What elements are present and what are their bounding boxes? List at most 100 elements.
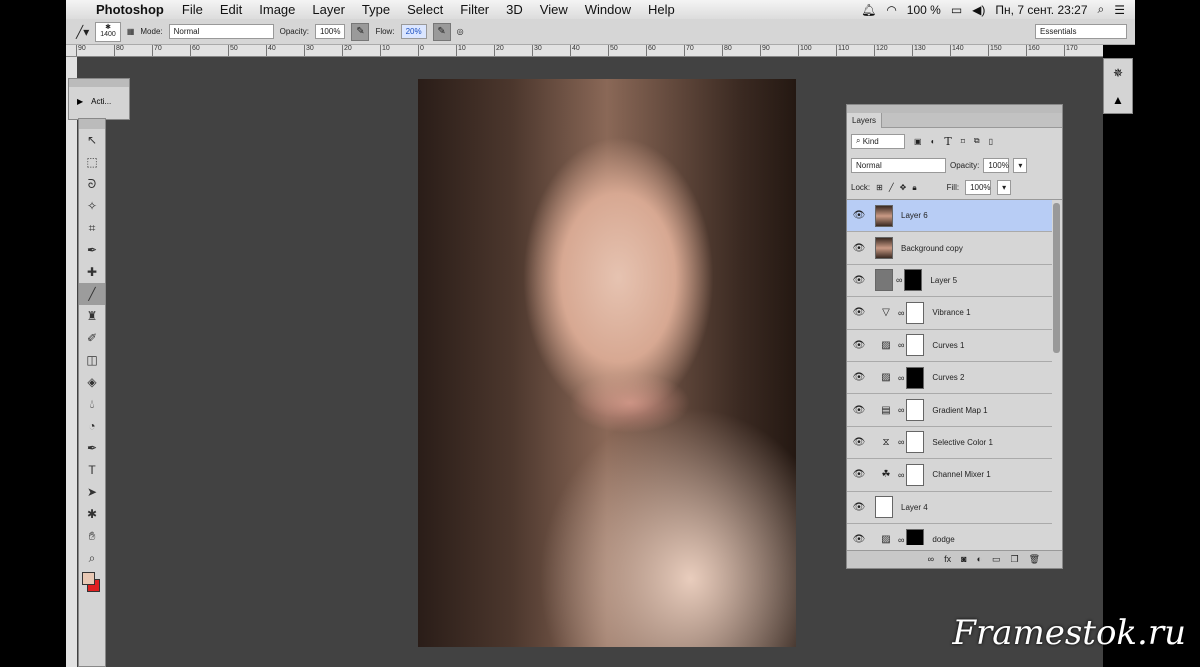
layer-name[interactable]: Vibrance 1 — [932, 308, 970, 317]
path-select-tool-icon[interactable]: ➤ — [79, 481, 105, 503]
pressure-opacity-button[interactable]: ✎ — [351, 22, 370, 41]
menu-view[interactable]: View — [540, 2, 568, 17]
chain-link-icon[interactable]: ∞ — [898, 535, 904, 545]
layers-scrollbar[interactable] — [1053, 203, 1060, 353]
quick-select-tool-icon[interactable]: ✧ — [79, 195, 105, 217]
healing-tool-icon[interactable]: ✚ — [79, 261, 105, 283]
filter-pixel-icon[interactable]: ▣ — [914, 137, 922, 146]
layer-row[interactable]: 👁︎ ▨ ∞ Curves 2 — [847, 362, 1052, 395]
history-brush-tool-icon[interactable]: ✐ — [79, 327, 105, 349]
eyedropper-tool-icon[interactable]: ✒ — [79, 239, 105, 261]
lock-paint-icon[interactable]: ╱ — [889, 183, 894, 192]
layer-row[interactable]: 👁︎ ▤ ∞ Gradient Map 1 — [847, 394, 1052, 427]
visibility-eye-icon[interactable]: 👁︎ — [847, 534, 871, 545]
menu-type[interactable]: Type — [362, 2, 390, 17]
layer-mask-thumbnail[interactable] — [906, 399, 925, 422]
visibility-eye-icon[interactable]: 👁︎ — [847, 502, 871, 513]
filter-type-icon[interactable]: T — [944, 135, 951, 148]
chain-link-icon[interactable]: ∞ — [898, 437, 904, 447]
fx-icon[interactable]: fx — [944, 554, 951, 565]
visibility-eye-icon[interactable]: 👁︎ — [847, 405, 871, 416]
chain-link-icon[interactable]: ∞ — [898, 373, 904, 383]
chain-link-icon[interactable]: ∞ — [898, 340, 904, 350]
battery-text[interactable]: 100 % — [907, 3, 941, 17]
brush-tool-icon[interactable]: ╱ — [79, 283, 105, 305]
layer-mask-thumbnail[interactable] — [906, 463, 925, 486]
layer-row[interactable]: 👁︎ ▨ ∞ dodge — [847, 524, 1052, 545]
type-tool-icon[interactable]: T — [79, 459, 105, 481]
fill-dropdown[interactable]: ▾ — [997, 180, 1012, 195]
visibility-eye-icon[interactable]: 👁︎ — [847, 307, 871, 318]
paint-bucket-tool-icon[interactable]: ◈ — [79, 371, 105, 393]
list-icon[interactable]: ☰ — [1114, 3, 1125, 17]
chain-link-icon[interactable]: ∞ — [898, 405, 904, 415]
layer-row[interactable]: 👁︎ ☘ ∞ Channel Mixer 1 — [847, 459, 1052, 492]
layer-mask-thumbnail[interactable] — [906, 528, 925, 545]
visibility-eye-icon[interactable]: 👁︎ — [847, 243, 871, 254]
layer-name[interactable]: Channel Mixer 1 — [932, 470, 990, 479]
layer-mask-thumbnail[interactable] — [904, 269, 923, 292]
layer-name[interactable]: Layer 4 — [901, 503, 928, 512]
chain-link-icon[interactable]: ∞ — [898, 308, 904, 318]
document-image[interactable] — [418, 79, 796, 647]
filter-shape-icon[interactable]: ⌑ — [961, 137, 965, 146]
menu-edit[interactable]: Edit — [220, 2, 242, 17]
layer-mask-thumbnail[interactable] — [906, 431, 925, 454]
link-layers-icon[interactable]: ∞ — [928, 554, 934, 565]
zoom-tool-icon[interactable]: ⌕ — [79, 547, 105, 569]
visibility-eye-icon[interactable]: 👁︎ — [847, 372, 871, 383]
new-adjustment-icon[interactable]: ◐ — [977, 554, 982, 565]
brush-tool-icon[interactable]: ╱▾ — [76, 25, 89, 39]
menu-help[interactable]: Help — [648, 2, 675, 17]
visibility-eye-icon[interactable]: 👁︎ — [847, 437, 871, 448]
blend-mode-select[interactable]: Normal — [851, 157, 946, 173]
app-menu[interactable]: Photoshop — [96, 2, 164, 17]
lasso-tool-icon[interactable]: ᘐ — [79, 173, 105, 195]
layer-row[interactable]: 👁︎ Background copy — [847, 232, 1052, 265]
menu-file[interactable]: File — [182, 2, 203, 17]
layer-name[interactable]: Background copy — [901, 244, 963, 253]
opacity-dropdown[interactable]: ▾ — [1013, 157, 1028, 173]
move-tool-icon[interactable]: ↖ — [79, 129, 105, 151]
bell-icon[interactable]: 🔔︎ — [861, 3, 876, 17]
menu-select[interactable]: Select — [407, 2, 443, 17]
foreground-color[interactable] — [82, 572, 95, 585]
actions-panel[interactable]: ▶ Acti... — [68, 78, 130, 120]
color-swatches[interactable] — [79, 569, 105, 597]
brush-preset-picker[interactable]: ✱ 1400 — [95, 21, 121, 42]
lock-transparent-icon[interactable]: ⊞ — [876, 183, 883, 192]
fill-input[interactable]: 100% — [965, 180, 992, 195]
pen-tool-icon[interactable]: ✒ — [79, 437, 105, 459]
mode-select[interactable]: Normal — [168, 24, 274, 39]
chain-link-icon[interactable]: ∞ — [896, 275, 902, 285]
lock-move-icon[interactable]: ✥ — [900, 183, 907, 192]
layer-name[interactable]: Curves 1 — [932, 341, 964, 350]
histogram-icon[interactable]: ▲ — [1112, 93, 1124, 107]
blur-tool-icon[interactable]: 💧︎ — [79, 393, 105, 415]
tab-layers[interactable]: Layers — [847, 113, 883, 128]
dodge-tool-icon[interactable]: ◔ — [79, 415, 105, 437]
menu-window[interactable]: Window — [585, 2, 631, 17]
layer-mask-thumbnail[interactable] — [906, 334, 925, 357]
trash-icon[interactable]: 🗑︎ — [1029, 554, 1040, 565]
crop-tool-icon[interactable]: ⌗ — [79, 217, 105, 239]
marquee-tool-icon[interactable]: ⬚ — [79, 151, 105, 173]
search-icon[interactable]: ⌕ — [1098, 2, 1105, 17]
visibility-eye-icon[interactable]: 👁︎ — [847, 210, 871, 221]
menu-layer[interactable]: Layer — [312, 2, 345, 17]
layer-name[interactable]: Layer 5 — [930, 276, 957, 285]
add-mask-icon[interactable]: ◙ — [961, 554, 966, 565]
menu-filter[interactable]: Filter — [460, 2, 489, 17]
layer-row[interactable]: 👁︎ Layer 4 — [847, 492, 1052, 524]
layer-row[interactable]: 👁︎ ⧖ ∞ Selective Color 1 — [847, 427, 1052, 460]
visibility-eye-icon[interactable]: 👁︎ — [847, 340, 871, 351]
visibility-eye-icon[interactable]: 👁︎ — [847, 275, 871, 286]
pressure-size-icon[interactable]: ◎ — [457, 27, 464, 36]
hand-tool-icon[interactable]: ✋︎ — [79, 525, 105, 547]
chain-link-icon[interactable]: ∞ — [898, 470, 904, 480]
layer-name[interactable]: dodge — [932, 535, 954, 544]
layer-row[interactable]: 👁︎ Layer 6 — [847, 200, 1052, 233]
layer-row[interactable]: 👁︎ ▽ ∞ Vibrance 1 — [847, 297, 1052, 330]
filter-kind-select[interactable]: ⌕ Kind — [851, 133, 905, 149]
layer-name[interactable]: Selective Color 1 — [932, 438, 992, 447]
